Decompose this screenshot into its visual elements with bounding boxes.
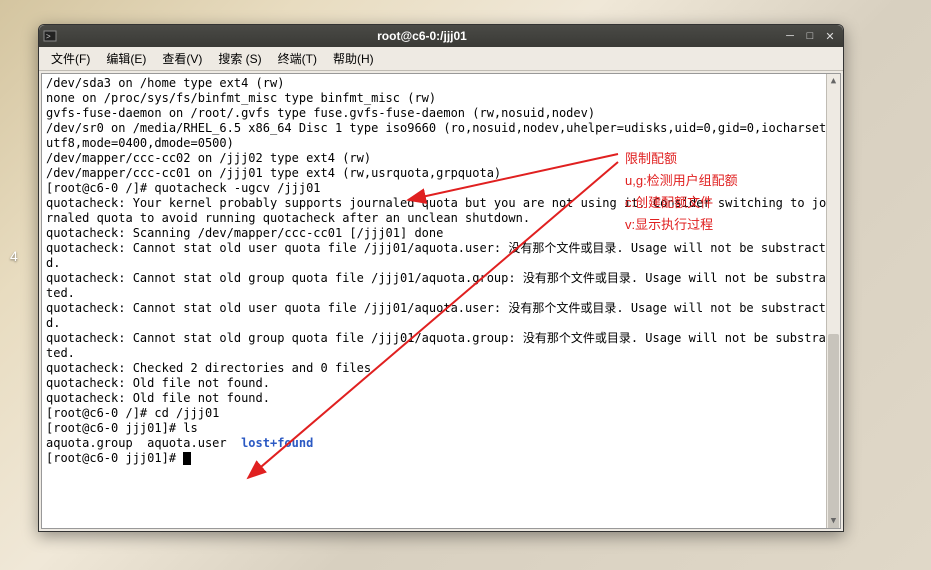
terminal-line: quotacheck: Cannot stat old group quota … [46,271,833,300]
window-title: root@c6-0:/jjj01 [65,29,779,43]
menu-search[interactable]: 搜索 (S) [210,48,269,69]
ls-plain: aquota.group aquota.user [46,436,241,450]
svg-text:>: > [46,32,51,41]
terminal-line: quotacheck: Checked 2 directories and 0 … [46,361,371,375]
menu-view[interactable]: 查看(V) [154,48,210,69]
annotation-v: v:显示执行过程 [625,214,713,233]
terminal-line: quotacheck: Cannot stat old group quota … [46,331,833,360]
terminal-line: /dev/sr0 on /media/RHEL_6.5 x86_64 Disc … [46,121,833,150]
terminal-line: /dev/mapper/ccc-cc01 on /jjj01 type ext4… [46,166,501,180]
scrollbar[interactable]: ▲ ▼ [826,74,840,528]
terminal-window: > root@c6-0:/jjj01 ─ □ ✕ 文件(F) 编辑(E) 查看(… [38,24,844,532]
terminal-line: quotacheck: Old file not found. [46,376,270,390]
annotation-c: c:创建配额文件 [625,192,713,211]
scroll-thumb[interactable] [828,334,839,529]
titlebar[interactable]: > root@c6-0:/jjj01 ─ □ ✕ [39,25,843,47]
desktop-indicator: 4 [10,248,18,264]
annotation-limit: 限制配额 [625,148,677,167]
terminal-line: quotacheck: Scanning /dev/mapper/ccc-cc0… [46,226,443,240]
menubar: 文件(F) 编辑(E) 查看(V) 搜索 (S) 终端(T) 帮助(H) [39,47,843,71]
ls-dir: lost+found [241,436,313,450]
cursor [183,452,191,465]
terminal-line: [root@c6-0 /]# quotacheck -ugcv /jjj01 [46,181,321,195]
menu-edit[interactable]: 编辑(E) [98,48,154,69]
terminal-line: quotacheck: Cannot stat old user quota f… [46,241,833,270]
maximize-button[interactable]: □ [801,28,819,44]
menu-help[interactable]: 帮助(H) [325,48,382,69]
terminal-line: [root@c6-0 jjj01]# ls [46,421,198,435]
terminal-line: /dev/mapper/ccc-cc02 on /jjj02 type ext4… [46,151,371,165]
menu-terminal[interactable]: 终端(T) [270,48,325,69]
terminal-output[interactable]: /dev/sda3 on /home type ext4 (rw) none o… [41,73,841,529]
scroll-down-icon[interactable]: ▼ [827,514,840,528]
annotation-ug: u,g:检测用户组配额 [625,170,738,189]
terminal-line: /dev/sda3 on /home type ext4 (rw) [46,76,284,90]
terminal-line: quotacheck: Old file not found. [46,391,270,405]
scroll-up-icon[interactable]: ▲ [827,74,840,88]
terminal-line: none on /proc/sys/fs/binfmt_misc type bi… [46,91,436,105]
terminal-line: quotacheck: Your kernel probably support… [46,196,833,225]
prompt: [root@c6-0 jjj01]# [46,451,183,465]
menu-file[interactable]: 文件(F) [43,48,98,69]
terminal-line: gvfs-fuse-daemon on /root/.gvfs type fus… [46,106,595,120]
terminal-icon: > [43,29,57,43]
terminal-line: [root@c6-0 /]# cd /jjj01 [46,406,219,420]
terminal-line: quotacheck: Cannot stat old user quota f… [46,301,833,330]
close-button[interactable]: ✕ [821,28,839,44]
minimize-button[interactable]: ─ [781,28,799,44]
